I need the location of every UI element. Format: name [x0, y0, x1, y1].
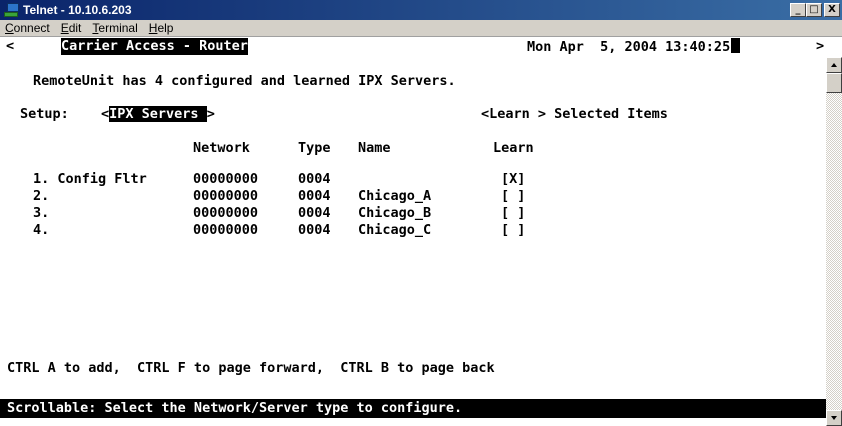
status-text: Scrollable: Select the Network/Server ty… — [7, 400, 463, 416]
row-2-network[interactable]: 00000000 — [193, 188, 258, 205]
vertical-scrollbar[interactable] — [826, 57, 842, 426]
row-2-index[interactable]: 2. — [33, 188, 49, 205]
row-4-type[interactable]: 0004 — [298, 222, 331, 239]
help-line: CTRL A to add, CTRL F to page forward, C… — [7, 360, 495, 376]
row-1-learn-checkbox[interactable]: [X] — [501, 171, 525, 188]
window-title-bar[interactable]: Telnet - 10.10.6.203 _ □ X — [0, 0, 842, 20]
status-bar: Scrollable: Select the Network/Server ty… — [0, 399, 826, 418]
terminal-screen[interactable]: < Carrier Access - Router Mon Apr 5, 200… — [0, 37, 826, 426]
arrow-down-icon — [831, 416, 837, 420]
column-type: Type — [298, 140, 331, 156]
menu-connect-mnemonic: C — [5, 21, 14, 35]
row-4-learn-checkbox[interactable]: [ ] — [501, 222, 525, 239]
menu-terminal-label: erminal — [98, 21, 138, 35]
telnet-app-icon[interactable] — [4, 3, 20, 17]
row-1-index[interactable]: 1. Config Fltr — [33, 171, 147, 188]
row-3-name[interactable]: Chicago_B — [358, 205, 431, 222]
menu-edit[interactable]: Edit — [56, 21, 88, 35]
column-learn: Learn — [493, 140, 534, 156]
row-4-network[interactable]: 00000000 — [193, 222, 258, 239]
window-title: Telnet - 10.10.6.203 — [23, 3, 132, 17]
row-4-name[interactable]: Chicago_C — [358, 222, 431, 239]
datetime-text: Mon Apr 5, 2004 13:40:25 — [527, 39, 731, 55]
menu-connect-label: onnect — [13, 21, 50, 35]
row-2-learn-checkbox[interactable]: [ ] — [501, 188, 525, 205]
menu-help-label: elp — [157, 21, 174, 35]
row-4-index[interactable]: 4. — [33, 222, 49, 239]
column-name: Name — [358, 140, 391, 156]
row-1-network[interactable]: 00000000 — [193, 171, 258, 188]
nav-left-indicator: < — [6, 38, 15, 54]
scroll-thumb[interactable] — [826, 73, 842, 93]
datetime: Mon Apr 5, 2004 13:40:25 — [527, 38, 741, 56]
summary-text: RemoteUnit has 4 configured and learned … — [33, 73, 456, 89]
cursor-block — [731, 38, 741, 53]
menu-terminal[interactable]: Terminal — [87, 21, 143, 35]
row-3-type[interactable]: 0004 — [298, 205, 331, 222]
setup-selector[interactable]: <IPX Servers > — [101, 106, 215, 123]
setup-value[interactable]: IPX Servers — [109, 106, 207, 122]
row-1-type[interactable]: 0004 — [298, 171, 331, 188]
setup-open-bracket: < — [101, 106, 110, 122]
row-3-learn-checkbox[interactable]: [ ] — [501, 205, 525, 222]
column-network: Network — [193, 140, 250, 156]
row-3-index[interactable]: 3. — [33, 205, 49, 222]
nav-right-indicator: > — [816, 38, 825, 54]
arrow-up-icon — [831, 63, 837, 67]
row-2-type[interactable]: 0004 — [298, 188, 331, 205]
maximize-button[interactable]: □ — [806, 3, 822, 17]
scroll-up-button[interactable] — [826, 57, 842, 73]
product-banner: Carrier Access - Router — [61, 38, 248, 55]
row-2-name[interactable]: Chicago_A — [358, 188, 431, 205]
setup-close-bracket: > — [206, 106, 215, 122]
minimize-button[interactable]: _ — [790, 3, 806, 17]
learn-selected-items[interactable]: <Learn > Selected Items — [481, 106, 668, 123]
scroll-down-button[interactable] — [826, 410, 842, 426]
menu-bar: Connect Edit Terminal Help — [0, 20, 842, 37]
menu-edit-label: dit — [68, 21, 82, 35]
setup-label: Setup: — [20, 106, 69, 122]
close-button[interactable]: X — [824, 3, 840, 17]
menu-edit-mnemonic: E — [60, 21, 69, 35]
menu-help[interactable]: Help — [144, 21, 180, 35]
row-3-network[interactable]: 00000000 — [193, 205, 258, 222]
menu-connect[interactable]: Connect — [0, 21, 56, 35]
